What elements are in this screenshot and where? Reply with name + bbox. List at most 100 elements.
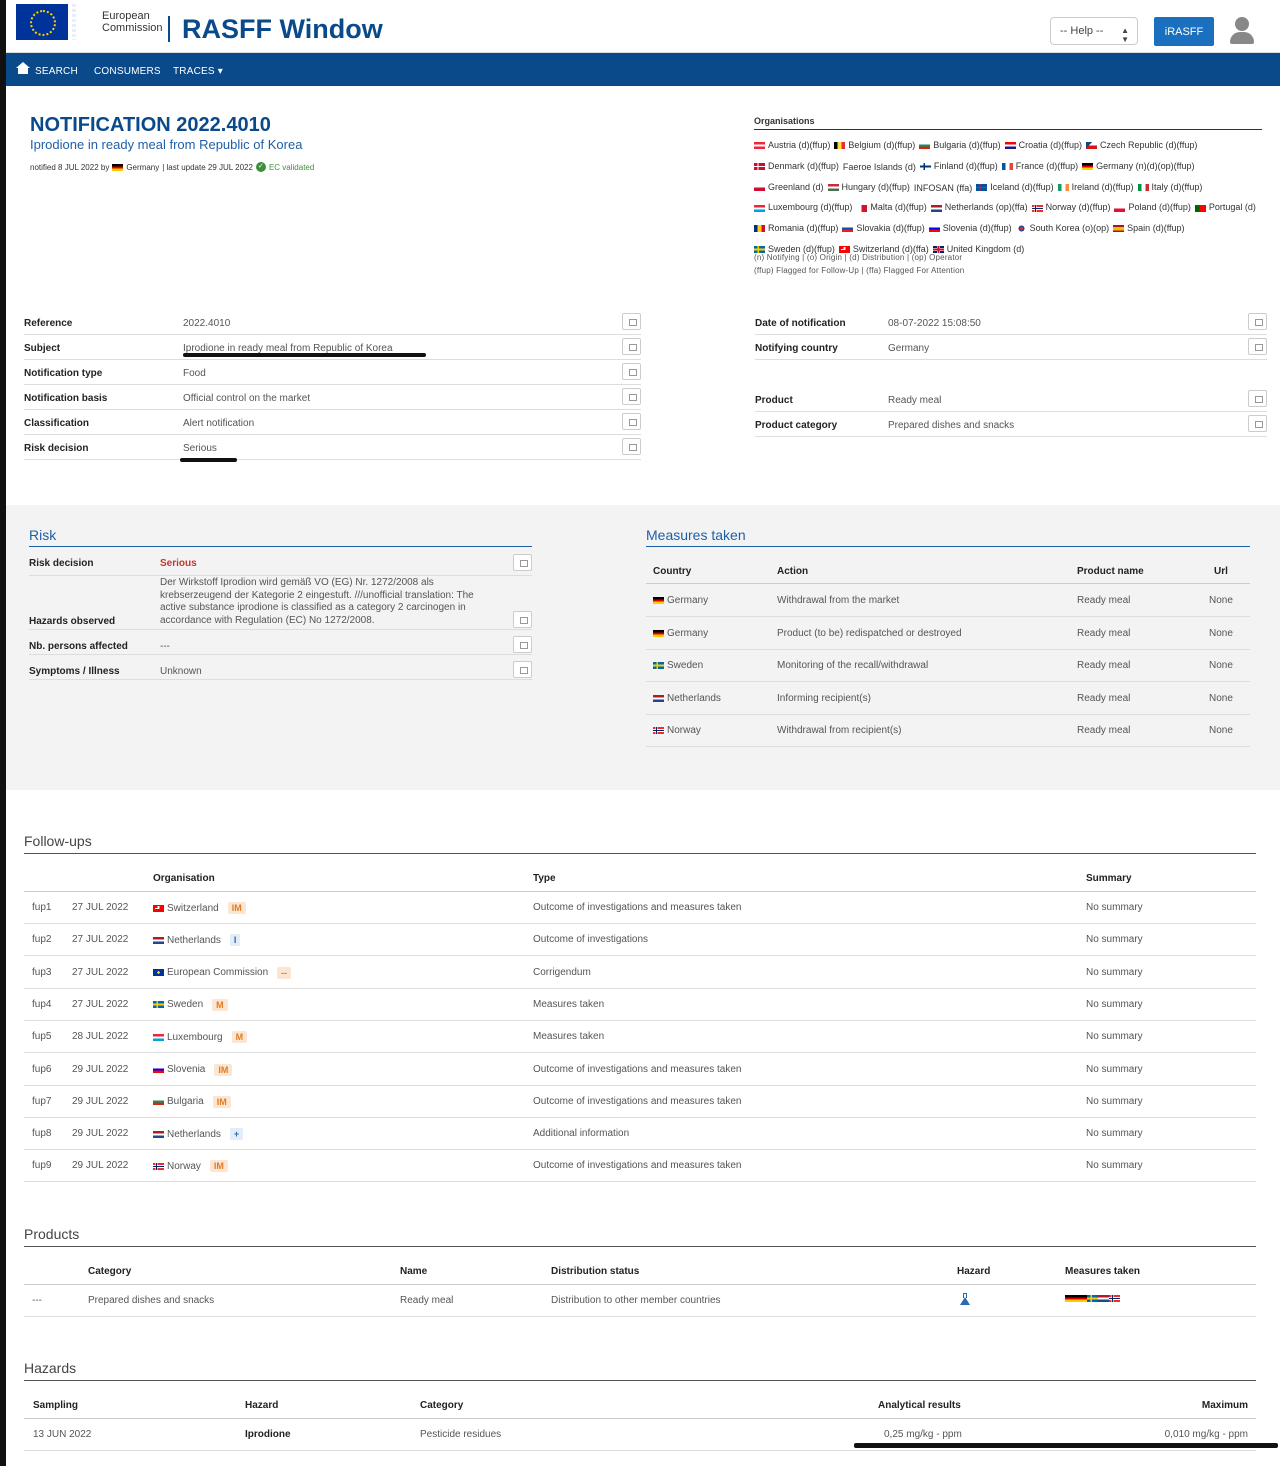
followup-date-cell: 29 JUL 2022 <box>72 1160 128 1171</box>
followup-id-cell: fup1 <box>32 902 51 913</box>
followup-organisation: Sweden <box>167 999 204 1011</box>
followup-type-badge: IM <box>212 1095 231 1108</box>
followup-row[interactable]: fup7 29 JUL 2022 Bulgaria IM Outcome of inve… <box>24 1086 1256 1118</box>
flag-hr-icon <box>1004 142 1016 150</box>
organisation-item[interactable]: Ireland (d)(ffup) <box>1057 178 1134 198</box>
followup-row[interactable]: fup6 29 JUL 2022 Slovenia IM Outcome of inve… <box>24 1054 1256 1086</box>
followups-title: Follow-ups <box>24 833 92 849</box>
product-row[interactable]: --- Prepared dishes and snacks Ready mea… <box>24 1285 1256 1317</box>
organisation-item[interactable]: Iceland (d)(ffup) <box>976 178 1054 198</box>
followup-type-cell: Outcome of investigations and measures t… <box>533 1160 741 1171</box>
measure-row[interactable]: Germany Withdrawal from the market Ready m… <box>646 585 1250 617</box>
organisation-item[interactable]: Germany (n)(d)(op)(ffup) <box>1082 157 1195 177</box>
copy-icon[interactable] <box>1248 338 1267 355</box>
persons-affected-label: Nb. persons affected <box>29 641 128 652</box>
organisation-item[interactable]: Croatia (d)(ffup) <box>1004 136 1082 156</box>
app-title[interactable]: RASFF Window <box>182 14 383 45</box>
copy-icon[interactable] <box>1248 390 1267 407</box>
nav-consumers[interactable]: CONSUMERS <box>94 66 161 77</box>
measures-divider <box>646 546 1250 547</box>
organisation-item[interactable]: Netherlands (op)(ffa) <box>930 198 1028 218</box>
organisation-item[interactable]: Spain (d)(ffup) <box>1113 219 1185 239</box>
organisation-item[interactable]: Italy (d)(ffup) <box>1137 178 1202 198</box>
organisation-item[interactable]: INFOSAN (ffa) <box>914 179 972 199</box>
organisation-item[interactable]: Faeroe Islands (d) <box>843 158 916 178</box>
flag-kr-icon <box>1015 225 1027 233</box>
flag-ie-icon <box>1057 183 1069 191</box>
measure-row[interactable]: Norway Withdrawal from recipient(s) Ready … <box>646 715 1250 747</box>
organisation-item[interactable]: Slovakia (d)(ffup) <box>842 219 925 239</box>
detail-row: Product Ready meal <box>755 387 1267 412</box>
copy-icon[interactable] <box>513 636 532 653</box>
hazard-flask-icon[interactable] <box>960 1293 970 1305</box>
followup-id: fup7 <box>32 1095 52 1107</box>
followup-type: Additional information <box>533 1128 630 1140</box>
copy-icon[interactable] <box>1248 415 1267 432</box>
organisation-item[interactable]: Czech Republic (d)(ffup) <box>1085 136 1197 156</box>
followup-row[interactable]: fup5 28 JUL 2022 Luxembourg M Measures taken… <box>24 1021 1256 1054</box>
followup-row[interactable]: fup1 27 JUL 2022 Switzerland IM Outcome of i… <box>24 892 1256 924</box>
organisation-item[interactable]: Bulgaria (d)(ffup) <box>919 136 1001 156</box>
copy-icon[interactable] <box>622 388 641 405</box>
org-name-line1: European <box>102 10 150 22</box>
copy-icon[interactable] <box>513 611 532 628</box>
ec-logo[interactable]: European Commission <box>16 4 163 40</box>
flag-fi-icon <box>919 163 931 170</box>
measure-action: Withdrawal from recipient(s) <box>777 725 902 736</box>
organisation-item[interactable]: Portugal (d) <box>1194 198 1256 218</box>
measure-row[interactable]: Germany Product (to be) redispatched or d… <box>646 618 1250 650</box>
followup-row[interactable]: fup2 27 JUL 2022 Netherlands I Outcome of in… <box>24 924 1256 957</box>
copy-icon[interactable] <box>622 338 641 355</box>
organisation-item[interactable]: Norway (d)(ffup) <box>1031 198 1111 218</box>
organisation-item[interactable]: Slovenia (d)(ffup) <box>928 219 1012 239</box>
col-country: Country <box>653 566 692 577</box>
user-icon[interactable] <box>1230 17 1254 45</box>
organisation-label: Malta (d)(ffup) <box>870 202 927 213</box>
organisation-item[interactable]: Luxembourg (d)(ffup) <box>754 198 852 218</box>
nav-search[interactable]: SEARCH <box>35 66 78 77</box>
hazard-name: Iprodione <box>245 1429 291 1440</box>
copy-icon[interactable] <box>622 363 641 380</box>
organisation-label: Faeroe Islands (d) <box>842 162 916 172</box>
copy-icon[interactable] <box>622 438 641 455</box>
flag-de-icon <box>112 163 124 171</box>
copy-icon[interactable] <box>622 313 641 330</box>
copy-icon[interactable] <box>513 661 532 678</box>
organisation-item[interactable]: Malta (d)(ffup) <box>856 198 927 218</box>
persons-affected-row: Nb. persons affected --- <box>29 630 532 655</box>
organisation-item[interactable]: Romania (d)(ffup) <box>754 219 838 239</box>
home-icon[interactable] <box>16 62 30 75</box>
copy-icon[interactable] <box>622 413 641 430</box>
organisation-item[interactable]: Finland (d)(ffup) <box>919 157 998 177</box>
detail-label: Reference <box>24 318 73 329</box>
irasff-button[interactable]: iRASFF <box>1154 17 1214 46</box>
copy-icon[interactable] <box>513 554 532 571</box>
organisation-item[interactable]: Hungary (d)(ffup) <box>827 178 910 198</box>
copy-icon[interactable] <box>1248 313 1267 330</box>
followup-id: fup3 <box>32 966 52 978</box>
organisation-label: Belgium (d)(ffup) <box>848 140 916 150</box>
risk-decision-value: Serious <box>160 558 197 569</box>
followup-row[interactable]: fup4 27 JUL 2022 Sweden M Measures taken No s… <box>24 989 1256 1021</box>
help-select[interactable]: -- Help -- ▲ ▼ <box>1050 17 1138 45</box>
followup-row[interactable]: fup9 29 JUL 2022 Norway IM Outcome of invest… <box>24 1150 1256 1183</box>
organisation-item[interactable]: South Korea (o)(op) <box>1015 219 1109 239</box>
followup-id-cell: fup7 <box>32 1096 51 1107</box>
organisation-item[interactable]: Greenland (d) <box>754 178 824 198</box>
organisation-item[interactable]: Austria (d)(ffup) <box>754 136 830 156</box>
organisation-label: Norway (d)(ffup) <box>1045 202 1111 213</box>
measure-row[interactable]: Netherlands Informing recipient(s) Ready m… <box>646 683 1250 715</box>
measure-row[interactable]: Sweden Monitoring of the recall/withdrawa… <box>646 650 1250 682</box>
nav-traces[interactable]: TRACES ▾ <box>173 66 223 77</box>
risk-decision-label: Risk decision <box>29 558 94 569</box>
followup-summary-cell: No summary <box>1086 934 1143 945</box>
symptoms-row: Symptoms / Illness Unknown <box>29 655 532 680</box>
measure-action-cell: Informing recipient(s) <box>777 693 871 704</box>
organisation-item[interactable]: France (d)(ffup) <box>1001 157 1078 177</box>
organisation-item[interactable]: Denmark (d)(ffup) <box>754 157 839 177</box>
followup-row[interactable]: fup3 27 JUL 2022 European Commission -- Corr… <box>24 957 1256 989</box>
followup-row[interactable]: fup8 29 JUL 2022 Netherlands + Additional in… <box>24 1118 1256 1151</box>
organisation-item[interactable]: Poland (d)(ffup) <box>1114 198 1191 218</box>
organisation-item[interactable]: Belgium (d)(ffup) <box>834 136 915 156</box>
flag-de-icon <box>1065 1295 1076 1302</box>
